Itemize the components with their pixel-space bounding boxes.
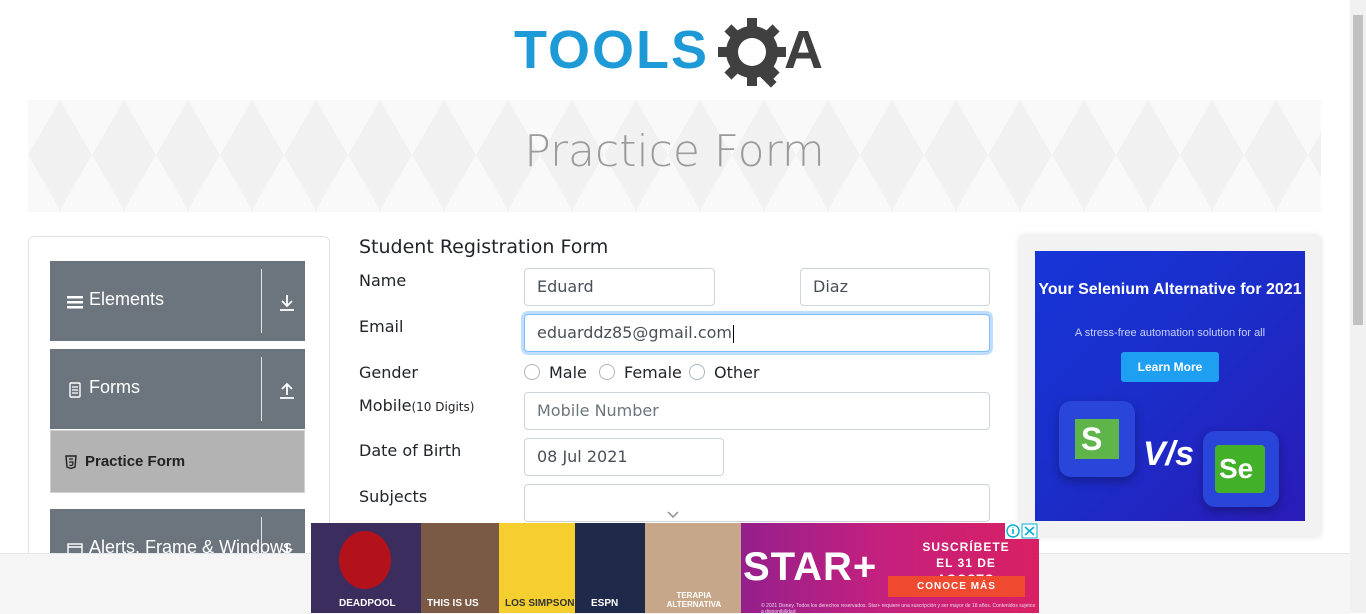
ad-vs-text: V/s [1143,435,1195,473]
list-icon [67,296,83,309]
sidebar: Elements Forms Practice Form Alerts, Fra… [28,236,330,568]
gender-label: Gender [359,363,418,382]
ad-logo-se-text: Se [1219,453,1254,484]
ad-panel-espn: ESPN [575,523,645,613]
ad-panel-simpsons: LOS SIMPSON [499,523,575,613]
logo-block: Se [1215,445,1265,493]
arrow-up-icon[interactable] [278,382,296,400]
divider [261,269,262,333]
email-value: eduarddz85@gmail.com [537,323,733,342]
bottom-ad-banner[interactable]: DEADPOOL THIS IS US LOS SIMPSON ESPN TER… [311,523,1039,613]
ad-conoce-mas-button[interactable]: CONOCE MÁS [888,576,1025,597]
mobile-field[interactable]: Mobile Number [524,392,990,430]
date-of-birth-field[interactable]: 08 Jul 2021 [524,438,724,476]
gender-other-label[interactable]: Other [714,363,759,382]
logo-text-qa: A [784,20,823,80]
gender-female-radio[interactable] [599,364,615,380]
name-label: Name [359,271,407,290]
email-label: Email [359,317,404,336]
document-icon [69,382,81,398]
ad-caption-this-is-us: THIS IS US [427,598,479,609]
page-title: Practice Form [524,126,825,177]
ad-caption-terapia: TERAPIA ALTERNATIVA [666,591,722,609]
divider [989,493,990,515]
ad-fine-print: © 2021 Disney. Todos los derechos reserv… [761,603,1036,613]
html5-icon [65,455,77,469]
ad-panel-deadpool: DEADPOOL [311,523,421,613]
logo-block: S [1075,419,1119,459]
divider [261,357,262,421]
deadpool-figure [339,531,391,589]
ad-learn-more-button[interactable]: Learn More [1121,352,1219,382]
ad-panel-this-is-us: THIS IS US [421,523,499,613]
ad-panel-terapia: TERAPIA ALTERNATIVA [645,523,741,613]
subjects-label: Subjects [359,487,428,506]
chevron-down-icon[interactable] [666,510,680,520]
arrow-down-icon[interactable] [278,294,296,312]
ad-caption-deadpool: DEADPOOL [339,598,396,609]
ad-right[interactable]: Your Selenium Alternative for 2021 A str… [1020,236,1320,536]
ad-headline: Your Selenium Alternative for 2021 [1038,281,1302,298]
ad-brand: STAR+ [743,545,878,589]
sidebar-item-practice-form[interactable]: Practice Form [50,430,305,493]
first-name-field[interactable]: Eduard [524,268,715,306]
sidebar-group-forms[interactable]: Forms [50,349,305,429]
sidebar-group-elements[interactable]: Elements [50,261,305,341]
gender-male-radio[interactable] [524,364,540,380]
ad-logo-s: S [1059,401,1135,477]
text-cursor [733,324,735,343]
ad-logo-se: Se [1203,431,1279,507]
dob-label: Date of Birth [359,441,462,460]
ad-logo-s-text: S [1081,421,1103,457]
sidebar-item-label: Practice Form [85,453,186,470]
info-icon [1006,524,1020,538]
gender-female-label[interactable]: Female [624,363,682,382]
gear-magnifier-icon [718,18,786,88]
subjects-field[interactable] [524,484,990,522]
sidebar-group-label: Elements [89,289,165,309]
gender-male-label[interactable]: Male [549,363,587,382]
ad-banner[interactable]: Your Selenium Alternative for 2021 A str… [1035,251,1305,521]
mobile-label: Mobile(10 Digits) [359,396,474,415]
logo-text-tools: TOOLS [514,20,709,80]
mobile-hint: (10 Digits) [411,400,475,414]
ad-promo-line-1: SUSCRÍBETE [922,540,1010,554]
last-name-field[interactable]: Diaz [800,268,990,306]
ad-caption-espn: ESPN [591,598,619,609]
vertical-scrollbar[interactable] [1350,0,1366,613]
mobile-label-text: Mobile [359,396,412,415]
page-banner: Practice Form [28,100,1321,212]
close-icon [1021,523,1038,539]
ad-choices[interactable] [1005,523,1039,539]
form-title: Student Registration Form [359,236,609,258]
sidebar-group-label: Forms [89,377,140,397]
ad-caption-simpsons: LOS SIMPSON [505,598,575,609]
ad-subtext: A stress-free automation solution for al… [1074,327,1266,339]
toolsqa-logo[interactable]: TOOLS A [514,16,838,92]
scrollbar-thumb[interactable] [1353,15,1363,325]
email-field[interactable]: eduarddz85@gmail.com [524,314,990,352]
gender-other-radio[interactable] [689,364,705,380]
